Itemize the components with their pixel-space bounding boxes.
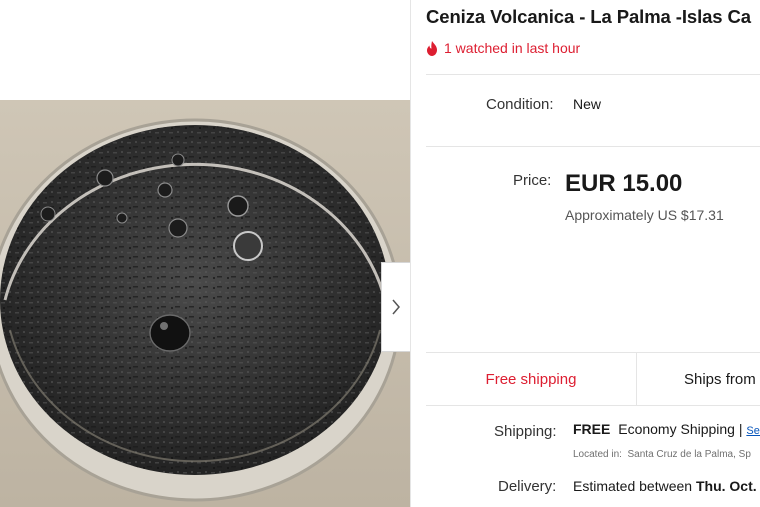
- shipping-method: Economy Shipping |: [618, 421, 743, 437]
- delivery-text: Estimated between: [573, 478, 693, 494]
- item-location: Located in: Santa Cruz de la Palma, Sp: [573, 449, 751, 460]
- listing-info: Ceniza Volcanica - La Palma -Islas Ca 1 …: [426, 0, 760, 507]
- product-image-panel[interactable]: [0, 0, 411, 507]
- price-value: EUR 15.00: [565, 170, 683, 197]
- watch-text: 1 watched in last hour: [444, 40, 581, 56]
- next-image-button[interactable]: [381, 262, 410, 352]
- divider: [426, 146, 760, 147]
- shipping-tabs: Free shipping Ships from: [426, 352, 760, 406]
- chevron-right-icon: [392, 299, 400, 315]
- shipping-free: FREE: [573, 421, 611, 437]
- approx-price: Approximately US $17.31: [565, 207, 724, 223]
- shipping-label: Shipping:: [494, 423, 557, 440]
- ships-from-tab[interactable]: Ships from: [637, 353, 760, 405]
- product-photo: [0, 0, 410, 507]
- see-details-link[interactable]: See: [746, 425, 760, 437]
- delivery-estimate: Estimated between Thu. Oct.: [573, 478, 757, 494]
- price-label: Price:: [513, 172, 552, 189]
- divider: [426, 74, 760, 75]
- delivery-label: Delivery:: [498, 478, 557, 495]
- delivery-date: Thu. Oct.: [695, 478, 757, 494]
- free-shipping-tab[interactable]: Free shipping: [426, 353, 637, 405]
- listing-title: Ceniza Volcanica - La Palma -Islas Ca: [426, 6, 751, 27]
- shipping-details: FREE Economy Shipping | See: [573, 421, 760, 437]
- condition-value: New: [573, 96, 602, 112]
- located-value: Santa Cruz de la Palma, Sp: [627, 449, 751, 460]
- located-label: Located in:: [573, 449, 622, 460]
- flame-icon: [427, 40, 437, 56]
- watch-indicator: 1 watched in last hour: [426, 40, 580, 56]
- condition-label: Condition:: [486, 96, 554, 113]
